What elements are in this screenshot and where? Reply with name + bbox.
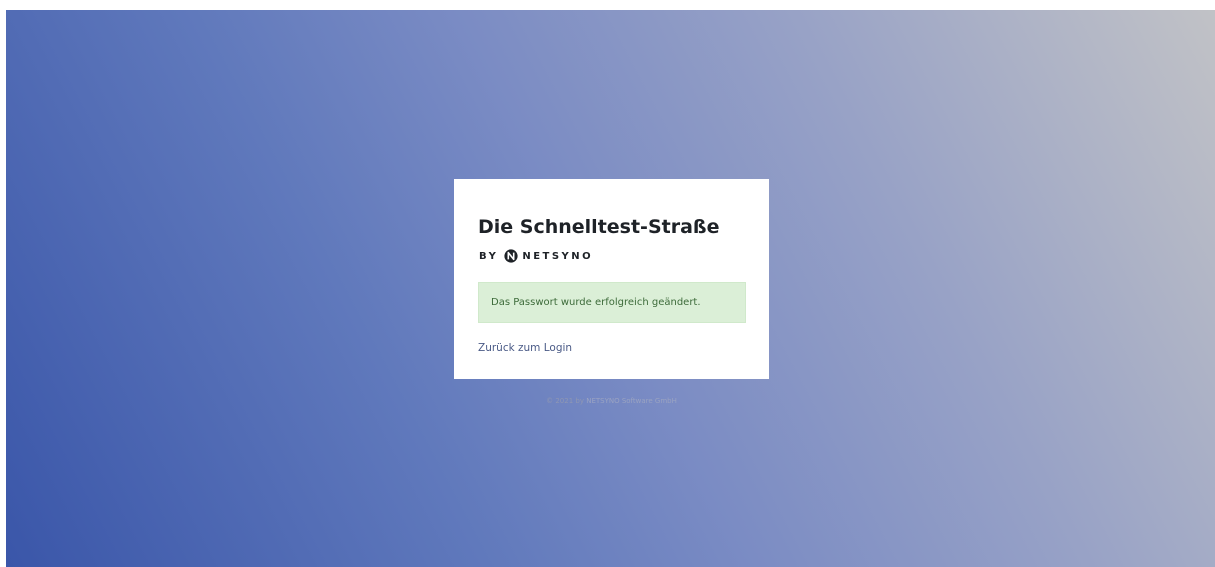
back-to-login-link[interactable]: Zurück zum Login <box>478 342 572 354</box>
brand-byline: BY NETSYNO <box>479 249 593 263</box>
footer-company-link[interactable]: NETSYNO Software GmbH <box>586 397 677 405</box>
success-alert: Das Passwort wurde erfolgreich geändert. <box>478 282 746 323</box>
success-alert-message: Das Passwort wurde erfolgreich geändert. <box>491 297 701 308</box>
netsyno-logo-icon <box>504 249 518 263</box>
app-title: Die Schnelltest-Straße <box>478 216 720 238</box>
login-card: Die Schnelltest-Straße BY NETSYNO Das Pa… <box>454 179 769 379</box>
footer-copyright: © 2021 by <box>546 397 584 405</box>
footer: © 2021 by NETSYNO Software GmbH <box>454 397 769 405</box>
page-background: Die Schnelltest-Straße BY NETSYNO Das Pa… <box>6 10 1215 567</box>
brand-by-label: BY <box>479 250 499 262</box>
brand-name: NETSYNO <box>522 250 594 262</box>
